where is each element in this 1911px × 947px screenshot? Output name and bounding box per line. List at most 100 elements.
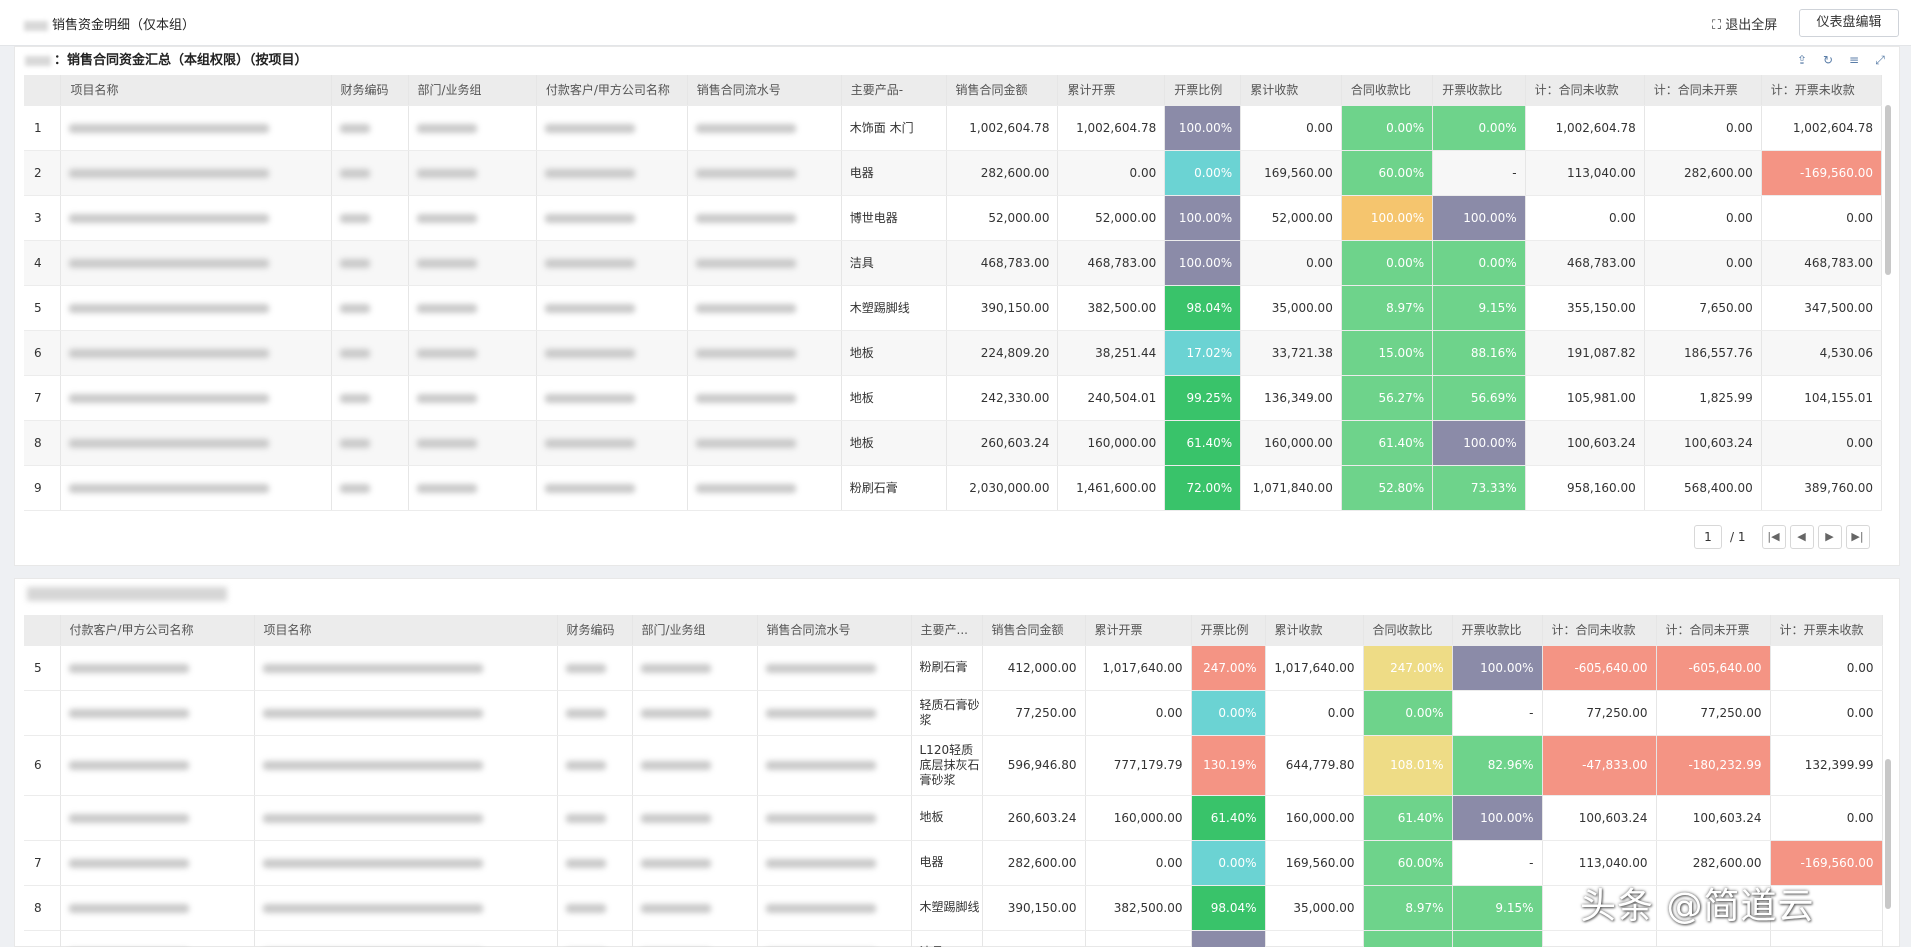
dashboard-edit-button[interactable]: 仪表盘编辑 xyxy=(1799,9,1899,37)
table-row[interactable]: 9 粉刷石膏 2,030,000.00 1,461,600.00 72.00% 1,071… xyxy=(24,465,1883,511)
table-row[interactable]: 9洁具468,783.00468,783.00100.00%0.000.00%0… xyxy=(24,930,1883,947)
column-header[interactable]: 项目名称 xyxy=(60,75,332,106)
receipt-ratio: 60.00% xyxy=(1363,840,1453,886)
redacted-cell xyxy=(60,690,255,736)
column-header[interactable]: 销售合同流水号 xyxy=(687,75,842,106)
receipt-ratio: 0.00% xyxy=(1363,930,1453,947)
redacted-cell xyxy=(331,150,409,196)
invoiced-unreceived: 0.00 xyxy=(1770,645,1883,691)
column-header[interactable]: 销售合同金额 xyxy=(946,75,1059,106)
table-row[interactable]: 6 L120轻质底层抹灰石膏砂浆 596,946.80 777,179.79 130.1… xyxy=(24,735,1883,796)
contract-uninvoiced: 568,400.00 xyxy=(1644,465,1762,511)
sort-icon[interactable]: ≡ xyxy=(1847,53,1861,68)
panel1-scrollbar[interactable] xyxy=(1885,105,1891,275)
contract-uninvoiced: 0.00 xyxy=(1644,105,1762,151)
column-header[interactable]: 主要产... xyxy=(911,615,983,646)
cumulative-invoiced: 468,783.00 xyxy=(1057,240,1166,286)
row-index: 3 xyxy=(24,195,62,241)
column-header[interactable]: 付款客户/甲方公司名称 xyxy=(536,75,688,106)
refresh-icon[interactable]: ↻ xyxy=(1821,53,1835,68)
column-header[interactable]: 计：合同未开票 xyxy=(1656,615,1771,646)
table-row[interactable]: 地板 260,603.24 160,000.00 61.40% 160,000.00 61… xyxy=(24,795,1883,841)
column-header[interactable]: 计：开票未收款 xyxy=(1770,615,1883,646)
panel2-scrollbar[interactable] xyxy=(1885,759,1891,909)
column-header[interactable]: 累计收款 xyxy=(1240,75,1342,106)
column-header[interactable]: 销售合同流水号 xyxy=(757,615,912,646)
first-page-button[interactable]: |◀ xyxy=(1761,525,1786,549)
export-icon[interactable]: ⇪ xyxy=(1795,53,1809,68)
cumulative-received: 33,721.38 xyxy=(1240,330,1342,376)
redacted-text xyxy=(640,813,711,823)
next-page-button[interactable]: ▶ xyxy=(1817,525,1842,549)
column-header[interactable]: 计：合同未开票 xyxy=(1644,75,1762,106)
column-header[interactable]: 合同收款比 xyxy=(1363,615,1453,646)
redacted-cell xyxy=(632,645,758,691)
column-header[interactable]: 主要产品- xyxy=(841,75,947,106)
cumulative-received: 0.00 xyxy=(1265,690,1364,736)
fullscreen-icon[interactable]: ⤢ xyxy=(1873,53,1887,68)
redacted-cell xyxy=(60,645,255,691)
contract-uninvoiced: 0.00 xyxy=(1644,195,1762,241)
redacted-cell xyxy=(60,735,255,796)
row-index xyxy=(24,795,61,841)
main-product: 地板 xyxy=(841,375,947,421)
table-row[interactable]: 4 洁具 468,783.00 468,783.00 100.00% 0.00 0.00% 0… xyxy=(24,240,1883,286)
dashboard-title: 销售资金明细（仅本组） xyxy=(24,14,195,33)
table-row[interactable]: 5 木塑踢脚线 390,150.00 382,500.00 98.04% 35,000.0… xyxy=(24,285,1883,331)
invoiced-unreceived: 468,783.00 xyxy=(1770,930,1883,947)
column-header[interactable]: 累计开票 xyxy=(1085,615,1192,646)
column-header[interactable]: 合同收款比 xyxy=(1341,75,1434,106)
page-number-input[interactable]: 1 xyxy=(1694,525,1722,549)
column-header[interactable]: 累计收款 xyxy=(1265,615,1364,646)
column-header[interactable]: 付款客户/甲方公司名称 xyxy=(60,615,255,646)
column-header[interactable]: 销售合同金额 xyxy=(982,615,1086,646)
redacted-text xyxy=(765,708,876,718)
column-header[interactable]: 累计开票 xyxy=(1057,75,1166,106)
invoiced-unreceived: 0.00 xyxy=(1770,690,1883,736)
redacted-text xyxy=(416,348,477,358)
main-product: 地板 xyxy=(841,420,947,466)
table-row[interactable]: 6 地板 224,809.20 38,251.44 17.02% 33,721.38 15.… xyxy=(24,330,1883,376)
table-row[interactable]: 轻质石膏砂浆 77,250.00 0.00 0.00% 0.00 0.00% -77,250… xyxy=(24,690,1883,736)
column-header[interactable]: 开票比例 xyxy=(1164,75,1242,106)
column-header[interactable]: 财务编码 xyxy=(557,615,633,646)
invoiced-unreceived: 132,399.99 xyxy=(1770,735,1883,796)
column-header[interactable]: 计：合同未收款 xyxy=(1525,75,1645,106)
table-row[interactable]: 2 电器 282,600.00 0.00 0.00% 169,560.00 60.00% -1… xyxy=(24,150,1883,196)
main-product: 博世电器 xyxy=(841,195,947,241)
redacted-cell xyxy=(331,375,409,421)
table-row[interactable]: 5 粉刷石膏 412,000.00 1,017,640.00 247.00% 1,017,… xyxy=(24,645,1883,691)
column-header[interactable]: 项目名称 xyxy=(254,615,558,646)
column-header[interactable]: 部门/业务组 xyxy=(408,75,537,106)
redacted-text xyxy=(69,258,270,268)
redacted-cell xyxy=(632,735,758,796)
table-row[interactable]: 3 博世电器 52,000.00 52,000.00 100.00% 52,000.00 1… xyxy=(24,195,1883,241)
redacted-cell xyxy=(408,150,537,196)
column-header[interactable]: 财务编码 xyxy=(331,75,409,106)
column-header[interactable]: 计：开票未收款 xyxy=(1761,75,1883,106)
header-index xyxy=(24,615,61,646)
redacted-cell xyxy=(632,795,758,841)
column-header[interactable]: 部门/业务组 xyxy=(632,615,758,646)
redacted-cell xyxy=(60,195,332,241)
invoiced-unreceived: 389,760.00 xyxy=(1761,465,1883,511)
table-row[interactable]: 1 木饰面 木门 1,002,604.78 1,002,604.78 100.00% 0.… xyxy=(24,105,1883,151)
redacted-text xyxy=(640,761,711,770)
top-bar: 销售资金明细（仅本组） ⛶ 退出全屏 仪表盘编辑 xyxy=(0,0,1911,46)
prev-page-button[interactable]: ◀ xyxy=(1789,525,1814,549)
column-header[interactable]: 开票收款比 xyxy=(1452,615,1543,646)
exit-fullscreen-button[interactable]: ⛶ 退出全屏 xyxy=(1712,14,1777,33)
table-row[interactable]: 7 地板 242,330.00 240,504.01 99.25% 136,349.00 5… xyxy=(24,375,1883,421)
column-header[interactable]: 开票收款比 xyxy=(1432,75,1526,106)
redacted-cell xyxy=(632,930,758,947)
column-header[interactable]: 开票比例 xyxy=(1191,615,1266,646)
redacted-cell xyxy=(536,240,688,286)
contract-uninvoiced: 0.00 xyxy=(1656,930,1771,947)
main-product: 粉刷石膏 xyxy=(841,465,947,511)
last-page-button[interactable]: ▶| xyxy=(1845,525,1870,549)
cumulative-invoiced: 1,002,604.78 xyxy=(1057,105,1166,151)
invoice-receipt-ratio: 88.16% xyxy=(1432,330,1526,376)
redacted-cell xyxy=(408,105,537,151)
column-header[interactable]: 计：合同未收款 xyxy=(1542,615,1657,646)
table-row[interactable]: 8 地板 260,603.24 160,000.00 61.40% 160,000.00 6… xyxy=(24,420,1883,466)
